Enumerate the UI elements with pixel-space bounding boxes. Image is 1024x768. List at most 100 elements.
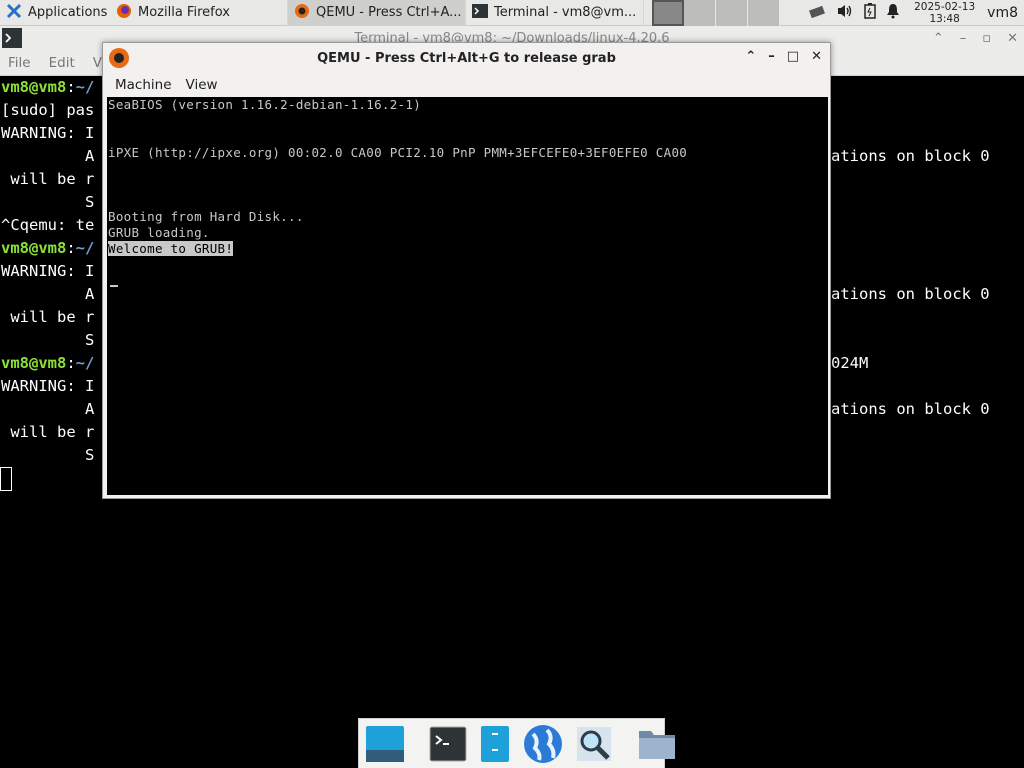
qemu-titlebar[interactable]: QEMU - Press Ctrl+Alt+G to release grab … bbox=[103, 43, 830, 73]
folder-icon[interactable] bbox=[637, 724, 677, 764]
line-text: will be r bbox=[1, 170, 95, 188]
show-desktop-icon[interactable] bbox=[365, 724, 405, 764]
line-text: A bbox=[1, 400, 95, 418]
maximize-icon[interactable]: □ bbox=[787, 49, 799, 64]
terminal-cursor bbox=[0, 467, 12, 491]
terminal-line: WARNING: I bbox=[1, 377, 94, 395]
maximize-up-icon[interactable]: ⌃ bbox=[933, 31, 944, 46]
clock-time: 13:48 bbox=[929, 12, 960, 25]
task-label: QEMU - Press Ctrl+A... bbox=[316, 5, 462, 20]
top-panel: Applications Mozilla Firefox QEMU - Pres… bbox=[0, 0, 1024, 26]
prompt-user: vm8@vm8 bbox=[1, 354, 67, 372]
volume-icon[interactable] bbox=[836, 3, 854, 23]
terminal-window-icon bbox=[2, 28, 22, 52]
close-icon[interactable]: ✕ bbox=[811, 49, 822, 64]
prompt-user: vm8@vm8 bbox=[1, 78, 67, 96]
prompt-separator: : bbox=[66, 354, 76, 372]
task-label: Terminal - vm8@vm... bbox=[494, 5, 637, 20]
menu-view[interactable]: View bbox=[186, 77, 218, 93]
user-name: vm8 bbox=[987, 4, 1018, 21]
vm-console-text: SeaBIOS (version 1.16.2-debian-1.16.2-1) bbox=[108, 97, 422, 112]
qemu-menubar: Machine View bbox=[103, 73, 830, 97]
menu-file[interactable]: File bbox=[8, 55, 31, 71]
vm-console-text: GRUB loading. bbox=[108, 225, 210, 240]
qemu-window: QEMU - Press Ctrl+Alt+G to release grab … bbox=[102, 42, 831, 499]
terminal-line: vm8@vm8:~/ bbox=[1, 78, 94, 96]
web-browser-icon[interactable] bbox=[523, 724, 563, 764]
terminal-line: will be r bbox=[1, 170, 94, 188]
applications-menu-button[interactable]: Applications bbox=[0, 0, 110, 26]
applications-label: Applications bbox=[28, 5, 108, 20]
close-icon[interactable]: ✕ bbox=[1007, 31, 1018, 46]
workspace-2[interactable] bbox=[684, 0, 716, 26]
vm-console-line: iPXE (http://ipxe.org) 00:02.0 CA00 PCI2… bbox=[108, 145, 687, 160]
user-menu[interactable]: vm8 bbox=[981, 0, 1024, 26]
task-qemu[interactable]: QEMU - Press Ctrl+A... bbox=[288, 0, 466, 26]
line-text: ^Cqemu: te bbox=[1, 216, 95, 234]
line-text: S bbox=[1, 193, 95, 211]
line-text: A bbox=[1, 147, 95, 165]
terminal-line-fragment: ations on block 0 bbox=[831, 285, 990, 303]
vm-console-line: Welcome to GRUB! bbox=[108, 241, 234, 256]
terminal-line: WARNING: I bbox=[1, 124, 94, 142]
prompt-user: vm8@vm8 bbox=[1, 239, 67, 257]
prompt-separator: : bbox=[66, 239, 76, 257]
terminal-line: vm8@vm8:~/ bbox=[1, 239, 94, 257]
line-text: will be r bbox=[1, 423, 95, 441]
system-tray bbox=[800, 2, 908, 23]
workspace-1[interactable] bbox=[652, 0, 684, 26]
menu-edit[interactable]: Edit bbox=[49, 55, 75, 71]
workspace-4[interactable] bbox=[748, 0, 780, 26]
workspace-3[interactable] bbox=[716, 0, 748, 26]
terminal-line: A bbox=[1, 400, 94, 418]
firefox-icon bbox=[116, 3, 132, 23]
vm-console-line: GRUB loading. bbox=[108, 225, 210, 240]
terminal-icon bbox=[472, 3, 488, 23]
terminal-line: will be r bbox=[1, 308, 94, 326]
prompt-path: ~/ bbox=[75, 239, 95, 257]
terminal-icon[interactable] bbox=[429, 724, 467, 764]
vm-text-cursor bbox=[110, 285, 118, 287]
line-text: S bbox=[1, 446, 95, 464]
line-text: WARNING: I bbox=[1, 124, 95, 142]
menu-machine[interactable]: Machine bbox=[115, 77, 172, 93]
task-terminal[interactable]: Terminal - vm8@vm... bbox=[466, 0, 644, 26]
qemu-icon bbox=[294, 3, 310, 23]
clock-date: 2025-02-13 bbox=[914, 0, 976, 13]
line-text: S bbox=[1, 331, 95, 349]
network-icon[interactable] bbox=[808, 3, 826, 23]
vm-console-text: Welcome to GRUB! bbox=[108, 241, 234, 256]
qemu-title: QEMU - Press Ctrl+Alt+G to release grab bbox=[317, 50, 616, 66]
terminal-line-fragment: 024M bbox=[831, 354, 869, 372]
minimize-icon[interactable]: – bbox=[768, 49, 775, 64]
task-firefox[interactable]: Mozilla Firefox bbox=[110, 0, 288, 26]
notifications-bell-icon[interactable] bbox=[886, 3, 900, 23]
terminal-line: [sudo] pas bbox=[1, 101, 94, 119]
line-text: [sudo] pas bbox=[1, 101, 95, 119]
terminal-line: A bbox=[1, 147, 94, 165]
terminal-line-fragment: ations on block 0 bbox=[831, 400, 990, 418]
clock[interactable]: 2025-02-13 13:48 bbox=[908, 1, 981, 25]
line-text: WARNING: I bbox=[1, 377, 95, 395]
line-text: will be r bbox=[1, 308, 95, 326]
battery-icon[interactable] bbox=[864, 2, 876, 23]
dock bbox=[358, 718, 675, 768]
terminal-line-fragment: ations on block 0 bbox=[831, 147, 990, 165]
terminal-line: WARNING: I bbox=[1, 262, 94, 280]
vm-console-text: iPXE (http://ipxe.org) 00:02.0 CA00 PCI2… bbox=[108, 145, 688, 160]
terminal-line: S bbox=[1, 331, 94, 349]
app-finder-search-icon[interactable] bbox=[575, 724, 613, 764]
qemu-app-icon bbox=[109, 48, 129, 68]
maximize-icon[interactable]: ▫ bbox=[982, 31, 991, 46]
file-manager-icon[interactable] bbox=[479, 724, 511, 764]
terminal-line: vm8@vm8:~/ bbox=[1, 354, 94, 372]
terminal-line: S bbox=[1, 193, 94, 211]
vm-console-line: Booting from Hard Disk... bbox=[108, 209, 304, 224]
vm-display[interactable]: SeaBIOS (version 1.16.2-debian-1.16.2-1)… bbox=[107, 97, 828, 495]
minimize-icon[interactable]: – bbox=[960, 31, 967, 46]
task-label: Mozilla Firefox bbox=[138, 5, 230, 20]
shade-up-icon[interactable]: ⌃ bbox=[745, 49, 756, 64]
line-text: A bbox=[1, 285, 95, 303]
terminal-line: ^Cqemu: te bbox=[1, 216, 94, 234]
terminal-line: will be r bbox=[1, 423, 94, 441]
